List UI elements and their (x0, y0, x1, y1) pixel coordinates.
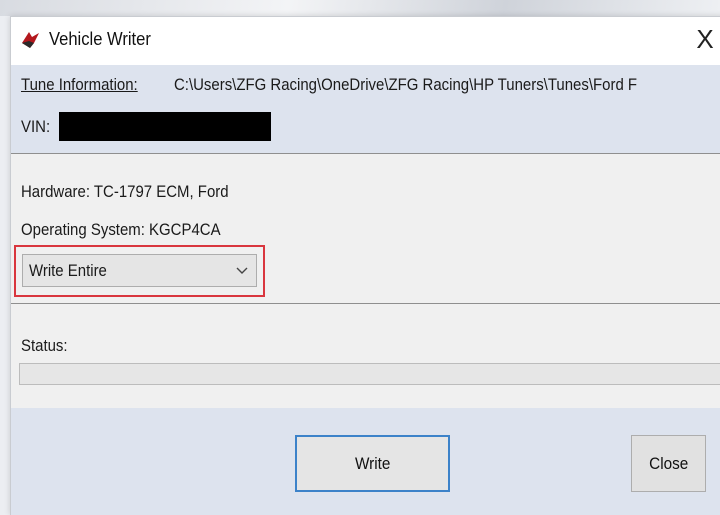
tune-file-path: C:\Users\ZFG Racing\OneDrive\ZFG Racing\… (174, 75, 638, 94)
operating-system-text: Operating System: KGCP4CA (21, 220, 221, 239)
close-button[interactable]: Close (631, 435, 706, 492)
hardware-text: Hardware: TC-1797 ECM, Ford (21, 182, 229, 201)
background-strip (0, 0, 720, 16)
hp-tuners-logo-icon (22, 32, 39, 48)
chevron-down-icon (236, 267, 248, 274)
close-icon: X (696, 24, 714, 54)
write-progress-bar (19, 363, 720, 385)
write-mode-selected-value: Write Entire (29, 261, 107, 280)
title-bar: Vehicle Writer X (11, 17, 720, 65)
status-label: Status: (21, 336, 68, 355)
vin-redacted-value (59, 112, 271, 141)
write-mode-dropdown[interactable]: Write Entire (22, 254, 257, 287)
hardware-panel: Hardware: TC-1797 ECM, Ford Operating Sy… (11, 154, 720, 304)
vin-label: VIN: (21, 117, 51, 136)
write-button[interactable]: Write (295, 435, 450, 492)
status-panel: Status: (11, 304, 720, 408)
close-window-button[interactable]: X (691, 25, 719, 53)
tune-information-link[interactable]: Tune Information: (21, 75, 138, 95)
window-title: Vehicle Writer (49, 29, 151, 49)
vehicle-writer-dialog: Vehicle Writer X Tune Information: C:\Us… (10, 16, 720, 515)
close-button-label: Close (648, 454, 689, 473)
button-panel: Write Close (11, 408, 720, 515)
tune-info-panel: Tune Information: C:\Users\ZFG Racing\On… (11, 65, 720, 154)
write-button-label: Write (354, 454, 391, 473)
